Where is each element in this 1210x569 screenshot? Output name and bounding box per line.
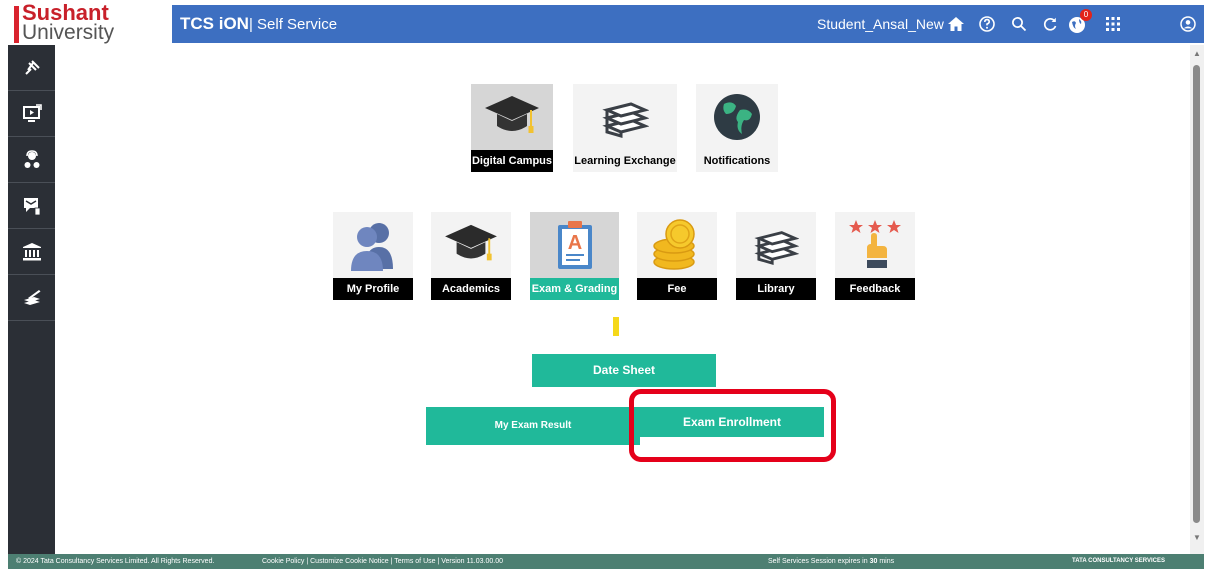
sidebar-item-support[interactable] [8, 137, 55, 183]
pin-slash-icon [24, 59, 40, 75]
help-icon[interactable] [975, 12, 999, 36]
vertical-scrollbar[interactable]: ▲ ▼ [1190, 45, 1204, 554]
globe-icon [696, 84, 778, 150]
books-icon [736, 212, 816, 278]
notification-count-badge: 0 [1080, 9, 1092, 21]
sidebar-item-collapse[interactable] [8, 45, 55, 91]
graduation-cap-icon [471, 84, 553, 150]
session-info: Self Services Session expires in 30 mins [768, 554, 894, 569]
tile-label: Learning Exchange [573, 150, 677, 172]
notifications-globe-icon[interactable]: 0 [1065, 9, 1092, 36]
home-icon[interactable] [944, 12, 968, 36]
tile-label: Fee [637, 278, 717, 300]
tile-label: Notifications [696, 150, 778, 172]
scroll-up-icon[interactable]: ▲ [1193, 49, 1201, 58]
books-icon [573, 84, 677, 150]
logo-bar [14, 6, 19, 43]
sidebar-item-media[interactable] [8, 91, 55, 137]
stars-hand-icon [835, 212, 915, 278]
highlight-outline [629, 389, 836, 462]
session-prefix: Self Services Session expires in [768, 558, 868, 565]
logo-line2: University [22, 21, 115, 44]
coins-icon [637, 212, 717, 278]
tile-label: My Profile [333, 278, 413, 300]
brand-title[interactable]: TCS iON| Self Service [180, 14, 337, 34]
main-content: Digital Campus Learning Exchange Notific… [55, 45, 1204, 554]
institution-icon [22, 242, 41, 260]
scroll-thumb[interactable] [1193, 65, 1200, 523]
selection-marker [613, 317, 619, 336]
tile-academics[interactable]: Academics [431, 212, 511, 300]
tile-notifications[interactable]: Notifications [696, 84, 778, 172]
tile-fee[interactable]: Fee [637, 212, 717, 300]
video-screen-icon [22, 103, 42, 122]
tile-library[interactable]: Library [736, 212, 816, 300]
tile-label: Feedback [835, 278, 915, 300]
tile-label: Library [736, 278, 816, 300]
tile-label: Academics [431, 278, 511, 300]
apps-grid-icon[interactable] [1101, 12, 1125, 36]
svg-text:A: A [567, 232, 581, 254]
support-agents-icon [24, 149, 39, 168]
scroll-down-icon[interactable]: ▼ [1193, 533, 1201, 542]
tile-learning-exchange[interactable]: Learning Exchange [573, 84, 677, 172]
search-icon[interactable] [1007, 12, 1031, 36]
account-icon[interactable] [1176, 12, 1200, 36]
brand-subtitle: | Self Service [248, 16, 338, 33]
footer-links[interactable]: Cookie Policy | Customize Cookie Notice … [262, 554, 503, 569]
session-suffix: mins [879, 558, 895, 565]
message-device-icon [23, 197, 40, 215]
refresh-icon[interactable] [1038, 12, 1062, 36]
top-bar: TCS iON| Self Service Student_Ansal_New … [172, 5, 1204, 43]
tile-feedback[interactable]: Feedback [835, 212, 915, 300]
university-logo[interactable]: Sushant University [0, 0, 172, 45]
footer-copyright: © 2024 Tata Consultancy Services Limited… [16, 558, 215, 565]
user-name[interactable]: Student_Ansal_New [817, 16, 944, 32]
tile-my-profile[interactable]: My Profile [333, 212, 413, 300]
grade-clipboard-icon: A [530, 212, 619, 278]
brand-name: TCS iON [180, 14, 249, 33]
tile-label: Exam & Grading [530, 278, 619, 300]
sidebar-item-messages[interactable] [8, 183, 55, 229]
tile-label: Digital Campus [471, 150, 553, 172]
footer: © 2024 Tata Consultancy Services Limited… [8, 554, 1204, 569]
sidebar-item-writing[interactable] [8, 275, 55, 321]
tile-exam-grading[interactable]: A Exam & Grading [530, 212, 619, 300]
app-window: Sushant University TCS iON| Self Service… [0, 0, 1210, 569]
user-silhouette-icon [333, 212, 413, 278]
sidebar-item-institution[interactable] [8, 229, 55, 275]
session-minutes: 30 [869, 558, 878, 565]
tcs-logo-text: TATA CONSULTANCY SERVICES [1072, 558, 1166, 564]
graduation-cap-icon [431, 212, 511, 278]
write-books-icon [23, 289, 40, 305]
left-sidebar [8, 45, 55, 554]
date-sheet-button[interactable]: Date Sheet [532, 354, 716, 387]
tile-digital-campus[interactable]: Digital Campus [471, 84, 553, 172]
my-exam-result-button[interactable]: My Exam Result [426, 407, 640, 445]
